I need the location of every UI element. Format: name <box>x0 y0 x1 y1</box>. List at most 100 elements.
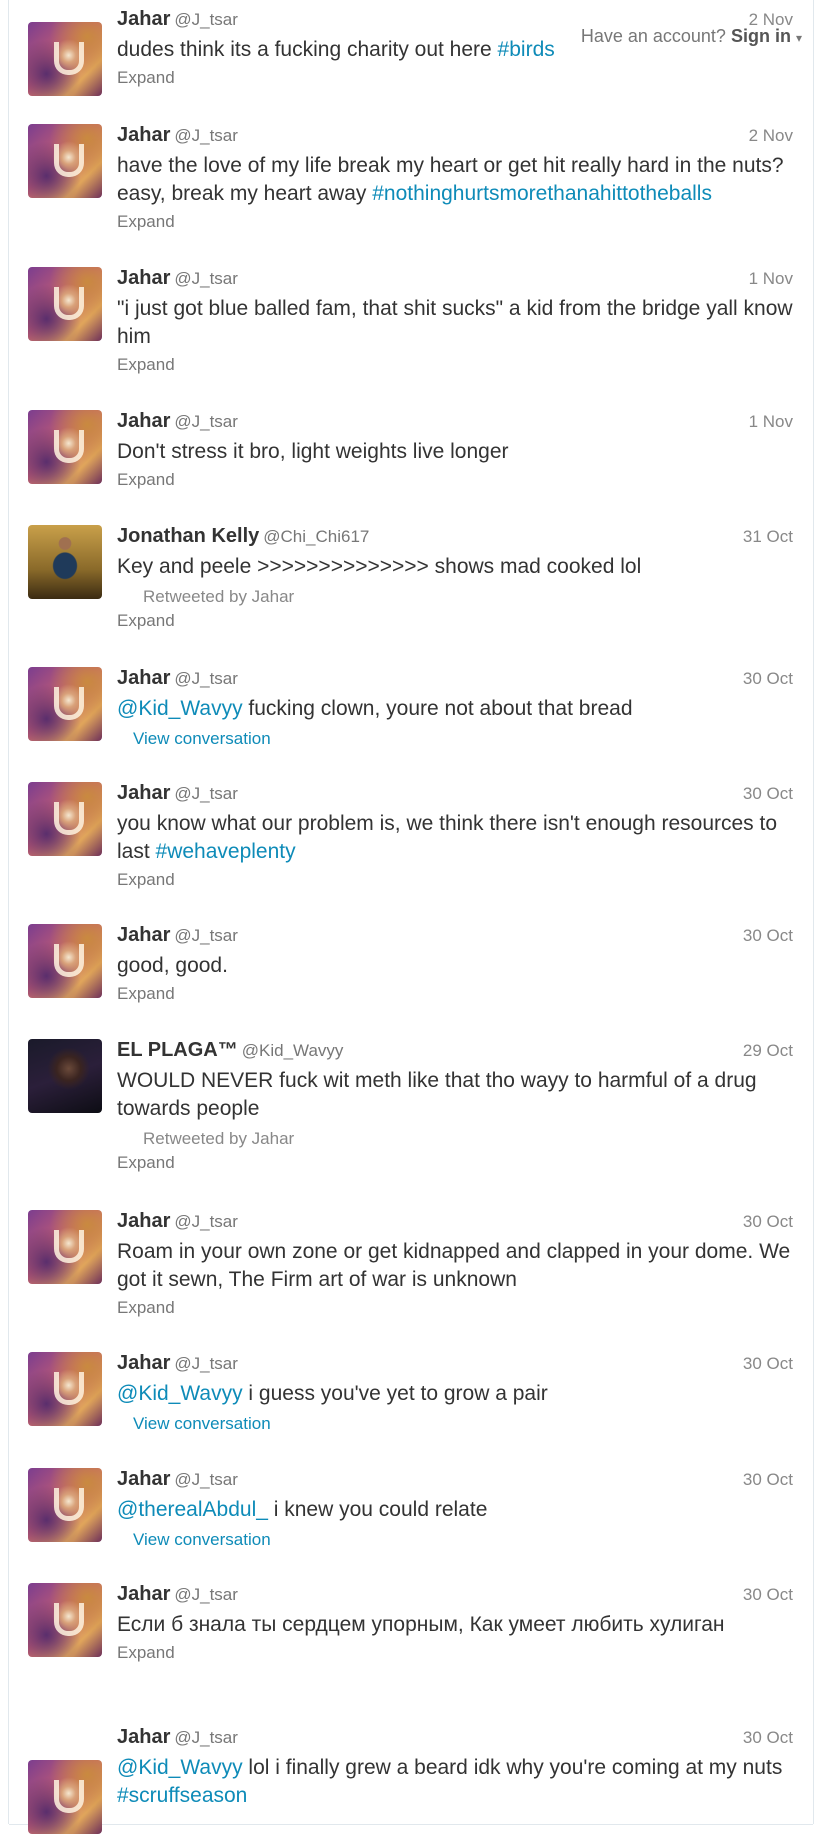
tweet[interactable]: Jahar @J_tsar 30 Oct Если б знала ты сердце… <box>9 1565 813 1709</box>
expand-link[interactable]: Expand <box>117 1298 793 1318</box>
hashtag-link[interactable]: #nothinghurtsmorethanahittotheballs <box>372 182 712 205</box>
tweet-timestamp[interactable]: 30 Oct <box>743 784 793 804</box>
avatar[interactable] <box>28 1039 102 1113</box>
mention-link[interactable]: @Kid_Wavyy <box>117 1382 243 1405</box>
view-conversation-link[interactable]: View conversation <box>133 1414 793 1434</box>
tweet[interactable]: Jahar @J_tsar 1 Nov "i just got blue balled… <box>9 249 813 393</box>
sign-in-button[interactable]: Sign in <box>731 26 791 46</box>
avatar[interactable] <box>28 1352 102 1426</box>
mention-link[interactable]: @Kid_Wavyy <box>117 1756 243 1779</box>
author-name[interactable]: Jahar <box>117 1726 170 1748</box>
avatar[interactable] <box>28 1760 102 1834</box>
author-handle[interactable]: @J_tsar <box>174 1728 238 1747</box>
author-handle[interactable]: @Chi_Chi617 <box>263 527 369 546</box>
author-handle[interactable]: @J_tsar <box>174 1585 238 1604</box>
expand-link[interactable]: Expand <box>117 611 793 631</box>
avatar[interactable] <box>28 525 102 599</box>
avatar[interactable] <box>28 782 102 856</box>
tweet-content: Jonathan Kelly @Chi_Chi617 31 Oct Key and p… <box>117 525 793 631</box>
tweet[interactable]: Jahar @J_tsar 2 Nov have the love of my lif… <box>9 106 813 250</box>
hashtag-link[interactable]: #scruffseason <box>117 1784 247 1807</box>
author-name[interactable]: Jahar <box>117 1352 170 1374</box>
tweet-timestamp[interactable]: 30 Oct <box>743 1354 793 1374</box>
expand-link[interactable]: Expand <box>117 355 793 375</box>
avatar[interactable] <box>28 1583 102 1657</box>
tweet-timestamp[interactable]: 29 Oct <box>743 1041 793 1061</box>
author-name[interactable]: Jahar <box>117 267 170 289</box>
tweet[interactable]: Jahar @J_tsar 30 Oct Roam in your own zone … <box>9 1192 813 1335</box>
mention-link[interactable]: @Kid_Wavyy <box>117 697 243 720</box>
hashtag-link[interactable]: #wehaveplenty <box>156 840 296 863</box>
tweet-content: Jahar @J_tsar 2 Nov dudes think its a fucki… <box>117 8 793 88</box>
tweet-content: Jahar @J_tsar 30 Oct @Kid_Wavyy i guess you… <box>117 1352 793 1434</box>
tweet[interactable]: Jahar @J_tsar 2 Nov dudes think its a fucki… <box>9 0 813 107</box>
tweet[interactable]: Jahar @J_tsar 1 Nov Don't stress it bro, li… <box>9 392 813 508</box>
author-handle[interactable]: @J_tsar <box>174 269 238 288</box>
avatar[interactable] <box>28 267 102 341</box>
tweet[interactable]: Jahar @J_tsar 30 Oct good, good. Expand <box>9 906 813 1022</box>
author-handle[interactable]: @J_tsar <box>174 10 238 29</box>
author-handle[interactable]: @J_tsar <box>174 926 238 945</box>
tweet[interactable]: Jahar @J_tsar 30 Oct @Kid_Wavyy i guess you… <box>9 1334 813 1451</box>
author-name[interactable]: Jahar <box>117 1210 170 1232</box>
retweeted-by-label[interactable]: Retweeted by Jahar <box>143 587 793 607</box>
author-name[interactable]: Jahar <box>117 667 170 689</box>
hashtag-link[interactable]: #birds <box>498 38 555 61</box>
view-conversation-link[interactable]: View conversation <box>133 1530 793 1550</box>
author-name[interactable]: Jahar <box>117 1468 170 1490</box>
tweet-timestamp[interactable]: 30 Oct <box>743 1728 793 1748</box>
chevron-down-icon[interactable]: ▾ <box>796 31 802 45</box>
tweet-timestamp[interactable]: 30 Oct <box>743 1470 793 1490</box>
avatar[interactable] <box>28 410 102 484</box>
view-conversation-link[interactable]: View conversation <box>133 729 793 749</box>
expand-link[interactable]: Expand <box>117 870 793 890</box>
expand-link[interactable]: Expand <box>117 984 793 1004</box>
tweet-timestamp[interactable]: 31 Oct <box>743 527 793 547</box>
retweeted-by-label[interactable]: Retweeted by Jahar <box>143 1129 793 1149</box>
author-handle[interactable]: @Kid_Wavyy <box>242 1041 344 1060</box>
author-handle[interactable]: @J_tsar <box>174 784 238 803</box>
tweet-timestamp[interactable]: 30 Oct <box>743 926 793 946</box>
avatar[interactable] <box>28 924 102 998</box>
author-name[interactable]: Jahar <box>117 8 170 30</box>
expand-link[interactable]: Expand <box>117 68 793 88</box>
author-handle[interactable]: @J_tsar <box>174 412 238 431</box>
tweet-text-segment: i guess you've yet to grow a pair <box>242 1382 548 1405</box>
tweet-content: Jahar @J_tsar 30 Oct @Kid_Wavyy lol i final… <box>117 1726 793 1810</box>
tweet[interactable]: Jahar @J_tsar 30 Oct @therealAbdul_ i knew … <box>9 1450 813 1566</box>
author-handle[interactable]: @J_tsar <box>174 1212 238 1231</box>
tweet[interactable]: EL PLAGA™ @Kid_Wavyy 29 Oct WOULD NEVER fuc… <box>9 1021 813 1193</box>
author-name[interactable]: Jahar <box>117 1583 170 1605</box>
author-name[interactable]: Jahar <box>117 782 170 804</box>
expand-link[interactable]: Expand <box>117 1643 793 1663</box>
author-name[interactable]: Jahar <box>117 924 170 946</box>
author-handle[interactable]: @J_tsar <box>174 126 238 145</box>
tweet-timestamp[interactable]: 1 Nov <box>749 269 793 289</box>
expand-link[interactable]: Expand <box>117 470 793 490</box>
expand-link[interactable]: Expand <box>117 212 793 232</box>
avatar[interactable] <box>28 1210 102 1284</box>
author-name[interactable]: EL PLAGA™ <box>117 1039 238 1061</box>
tweet-timestamp[interactable]: 2 Nov <box>749 126 793 146</box>
tweet-content: Jahar @J_tsar 2 Nov have the love of my lif… <box>117 124 793 232</box>
avatar[interactable] <box>28 22 102 96</box>
tweet-timestamp[interactable]: 1 Nov <box>749 412 793 432</box>
mention-link[interactable]: @therealAbdul_ <box>117 1498 268 1521</box>
tweet[interactable]: Jahar @J_tsar 30 Oct you know what our prob… <box>9 764 813 907</box>
author-handle[interactable]: @J_tsar <box>174 669 238 688</box>
author-handle[interactable]: @J_tsar <box>174 1354 238 1373</box>
avatar[interactable] <box>28 124 102 198</box>
author-handle[interactable]: @J_tsar <box>174 1470 238 1489</box>
tweet-timestamp[interactable]: 30 Oct <box>743 669 793 689</box>
tweet[interactable]: Jonathan Kelly @Chi_Chi617 31 Oct Key and p… <box>9 507 813 650</box>
tweet[interactable]: Jahar @J_tsar 30 Oct @Kid_Wavyy fucking clo… <box>9 649 813 765</box>
tweet[interactable]: Jahar @J_tsar 30 Oct @Kid_Wavyy lol i final… <box>9 1708 813 1834</box>
tweet-timestamp[interactable]: 30 Oct <box>743 1212 793 1232</box>
author-name[interactable]: Jahar <box>117 410 170 432</box>
expand-link[interactable]: Expand <box>117 1153 793 1173</box>
author-name[interactable]: Jahar <box>117 124 170 146</box>
author-name[interactable]: Jonathan Kelly <box>117 525 259 547</box>
tweet-timestamp[interactable]: 30 Oct <box>743 1585 793 1605</box>
avatar[interactable] <box>28 667 102 741</box>
avatar[interactable] <box>28 1468 102 1542</box>
